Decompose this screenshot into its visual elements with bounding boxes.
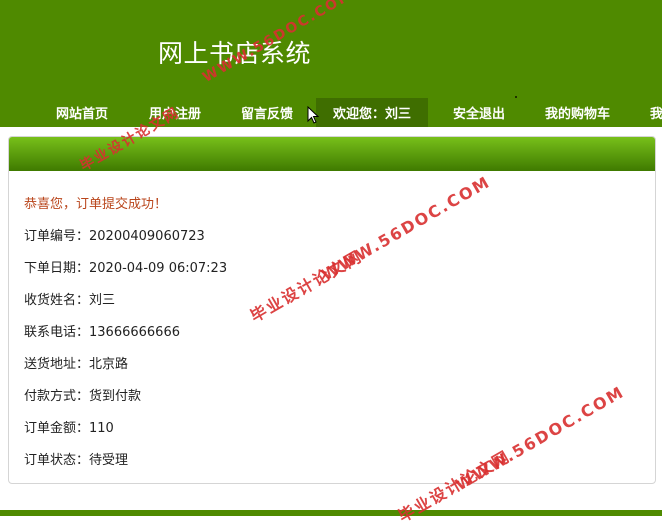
order-date-label: 下单日期： (24, 261, 90, 276)
recipient-name-row: 收货姓名：刘三 (24, 289, 115, 308)
nav-my-account-truncated[interactable]: 我 (650, 98, 662, 127)
phone-row: 联系电话：13666666666 (24, 321, 180, 340)
nav-home[interactable]: 网站首页 (56, 98, 108, 127)
order-amount-label: 订单金额： (24, 421, 90, 436)
nav-feedback[interactable]: 留言反馈 (241, 98, 293, 127)
order-status-row: 订单状态：待受理 (24, 449, 128, 468)
order-date-row: 下单日期：2020-04-09 06:07:23 (24, 257, 227, 276)
nav-logout[interactable]: 安全退出 (453, 98, 505, 127)
bottom-green-bar (0, 510, 662, 516)
order-status-label: 订单状态： (24, 453, 90, 468)
order-amount-row: 订单金额：110 (24, 417, 114, 436)
phone-value: 13666666666 (89, 325, 180, 340)
recipient-name-value: 刘三 (89, 293, 116, 308)
order-amount-value: 110 (89, 421, 114, 436)
payment-method-row: 付款方式：货到付款 (24, 385, 141, 404)
mouse-pointer-icon (307, 106, 319, 124)
order-status-value: 待受理 (89, 453, 129, 468)
order-number-label: 订单编号： (24, 229, 90, 244)
site-header: 网上书店系统 网站首页 用户注册 留言反馈 欢迎您：刘三 安全退出 我的购物车 … (0, 0, 662, 127)
order-number-value: 20200409060723 (89, 229, 205, 244)
address-label: 送货地址： (24, 357, 90, 372)
main-nav: 网站首页 用户注册 留言反馈 欢迎您：刘三 安全退出 我的购物车 我 (0, 98, 662, 127)
nav-register[interactable]: 用户注册 (149, 98, 201, 127)
address-value: 北京路 (89, 357, 129, 372)
payment-method-value: 货到付款 (89, 389, 142, 404)
address-row: 送货地址：北京路 (24, 353, 128, 372)
order-success-message: 恭喜您，订单提交成功！ (24, 197, 168, 212)
recipient-name-label: 收货姓名： (24, 293, 90, 308)
panel-header-bar (9, 137, 655, 171)
site-title: 网上书店系统 (158, 39, 312, 68)
payment-method-label: 付款方式： (24, 389, 90, 404)
phone-label: 联系电话： (24, 325, 90, 340)
nav-welcome-user[interactable]: 欢迎您：刘三 (316, 98, 429, 127)
nav-cart[interactable]: 我的购物车 (545, 98, 610, 127)
order-number-row: 订单编号：20200409060723 (24, 225, 205, 244)
order-date-value: 2020-04-09 06:07:23 (89, 261, 228, 276)
